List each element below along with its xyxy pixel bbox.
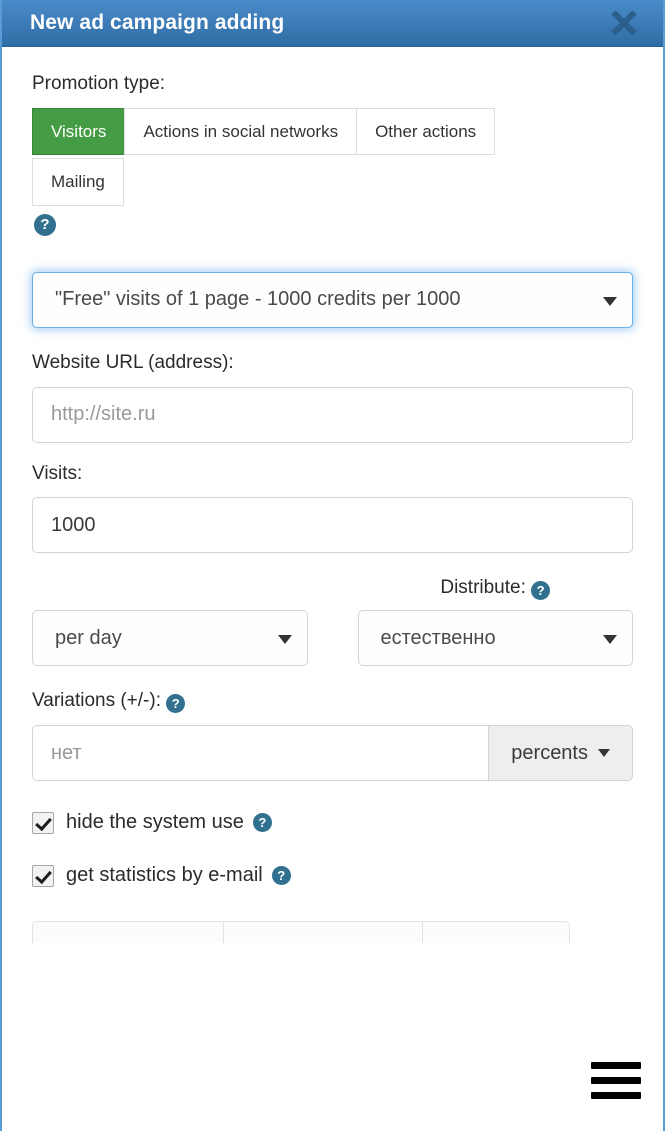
variations-unit-label: percents [511, 742, 588, 765]
close-icon[interactable] [605, 4, 643, 42]
bottom-button-segment-3[interactable] [422, 921, 570, 943]
variations-help-icon[interactable]: ? [166, 694, 185, 713]
tab-other-actions[interactable]: Other actions [356, 108, 495, 156]
distribute-select-row: per day естественно [32, 610, 633, 666]
get-statistics-email-label[interactable]: get statistics by e-mail [66, 864, 263, 887]
hamburger-bar [591, 1062, 641, 1069]
website-url-label: Website URL (address): [32, 352, 633, 375]
hide-system-use-help-icon[interactable]: ? [253, 813, 272, 832]
website-url-input[interactable] [32, 387, 633, 443]
promotion-type-tabs-row2: Mailing [32, 158, 633, 206]
variations-input[interactable] [32, 725, 488, 781]
distribute-mode-select[interactable]: естественно [358, 610, 634, 666]
new-campaign-modal: New ad campaign adding Promotion type: V… [0, 0, 665, 1131]
distribute-help-icon[interactable]: ? [531, 581, 550, 600]
modal-body: Promotion type: Visitors Actions in soci… [2, 47, 663, 943]
distribute-label-wrapper: Distribute: ? [358, 577, 634, 600]
tab-mailing[interactable]: Mailing [32, 158, 124, 206]
hamburger-menu-icon[interactable] [591, 1062, 641, 1099]
hide-system-use-row: hide the system use ? [32, 811, 633, 834]
period-select[interactable]: per day [32, 610, 308, 666]
promotion-type-help-icon[interactable]: ? [34, 214, 56, 236]
tab-visitors[interactable]: Visitors [32, 108, 125, 156]
plan-select-wrapper: "Free" visits of 1 page - 1000 credits p… [32, 272, 633, 328]
get-statistics-email-help-icon[interactable]: ? [272, 866, 291, 885]
modal-header: New ad campaign adding [2, 0, 663, 47]
hide-system-use-checkbox[interactable] [32, 812, 54, 834]
get-statistics-email-row: get statistics by e-mail ? [32, 864, 633, 887]
variations-input-group: percents [32, 725, 633, 781]
bottom-button-segment-2[interactable] [223, 921, 423, 943]
visits-label: Visits: [32, 463, 633, 486]
hide-system-use-label[interactable]: hide the system use [66, 811, 244, 834]
period-select-wrapper: per day [32, 610, 308, 666]
bottom-button-group [32, 921, 572, 943]
page-title: New ad campaign adding [30, 11, 284, 35]
promotion-type-tabs: Visitors Actions in social networks Othe… [32, 108, 632, 156]
variations-label-wrapper: Variations (+/-): ? [32, 690, 633, 713]
variations-unit-select[interactable]: percents [488, 725, 633, 781]
distribute-label-row: Distribute: ? [32, 577, 633, 600]
promotion-type-label: Promotion type: [32, 73, 633, 96]
get-statistics-email-checkbox[interactable] [32, 865, 54, 887]
distribute-label: Distribute: [440, 577, 526, 598]
visits-input[interactable] [32, 497, 633, 553]
hamburger-bar [591, 1092, 641, 1099]
chevron-down-icon [598, 749, 610, 757]
distribute-mode-select-wrapper: естественно [358, 610, 634, 666]
variations-label: Variations (+/-): [32, 690, 161, 711]
plan-select[interactable]: "Free" visits of 1 page - 1000 credits p… [32, 272, 633, 328]
distribute-left-spacer [32, 577, 308, 600]
tab-actions-in-social-networks[interactable]: Actions in social networks [124, 108, 357, 156]
hamburger-bar [591, 1077, 641, 1084]
bottom-button-segment-1[interactable] [32, 921, 224, 943]
